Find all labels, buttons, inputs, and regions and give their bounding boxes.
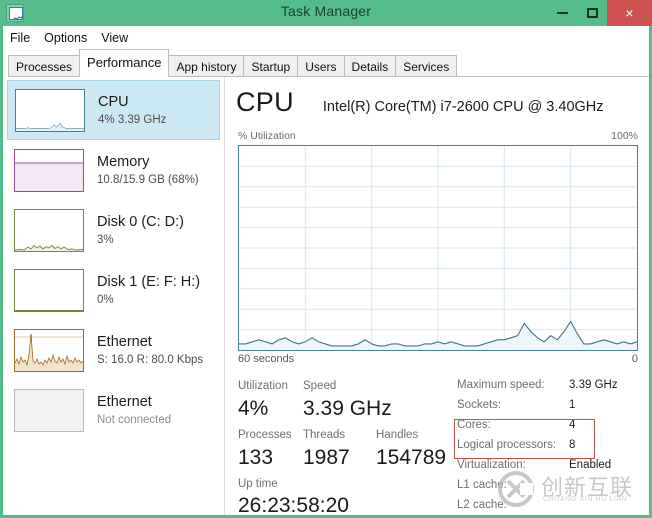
- watermark-logo-icon: [498, 471, 534, 507]
- tab-strip: Processes Performance App history Startu…: [3, 49, 649, 77]
- title-bar: Task Manager ×: [0, 0, 652, 26]
- graph-canvas: [239, 146, 637, 350]
- utilization-value: 4%: [238, 397, 269, 420]
- tab-startup[interactable]: Startup: [243, 55, 299, 77]
- ethernet-1-thumbnail-graph: [14, 328, 84, 372]
- y-axis-max-label: 100%: [611, 130, 638, 142]
- sidebar-item-disk-1[interactable]: Disk 1 (E: F: H:) 0%: [7, 260, 220, 320]
- resource-sidebar: CPU 4% 3.39 GHz Memory 10.8/15.9 GB (68%…: [3, 77, 225, 515]
- menu-item-file[interactable]: File: [10, 29, 39, 47]
- sidebar-item-memory[interactable]: Memory 10.8/15.9 GB (68%): [7, 140, 220, 200]
- tab-details[interactable]: Details: [343, 55, 397, 77]
- sidebar-item-sublabel: 4% 3.39 GHz: [98, 113, 167, 126]
- info-key: Cores:: [457, 419, 491, 431]
- panel-title: CPU: [236, 87, 294, 117]
- close-button[interactable]: ×: [607, 0, 652, 26]
- cpu-model-label: Intel(R) Core(TM) i7-2600 CPU @ 3.40GHz: [322, 99, 604, 115]
- info-value: 4: [569, 419, 576, 431]
- x-axis-right-label: 0: [631, 353, 638, 365]
- info-value: 3.39 GHz: [569, 379, 618, 391]
- sidebar-item-sublabel: 0%: [97, 293, 114, 306]
- stats-left-column: Utilization Speed 4% 3.39 GHz Processes …: [238, 379, 448, 518]
- handles-value: 154789: [376, 446, 447, 469]
- watermark-pinyin-text: CHUANG XIN HU LIAN: [543, 496, 628, 503]
- menu-item-options[interactable]: Options: [44, 29, 96, 47]
- x-axis-left-label: 60 seconds: [238, 353, 295, 365]
- sidebar-item-label: Memory: [97, 153, 150, 170]
- sidebar-item-sublabel: 3%: [97, 233, 114, 246]
- panel-header: CPU Intel(R) Core(TM) i7-2600 CPU @ 3.40…: [236, 87, 641, 127]
- minimize-button[interactable]: [547, 0, 577, 26]
- ethernet-2-thumbnail-graph: [14, 388, 84, 432]
- processes-label: Processes: [238, 429, 292, 441]
- sidebar-item-sublabel: 10.8/15.9 GB (68%): [97, 173, 199, 186]
- graph-axis-bottom: 60 seconds 0: [238, 353, 638, 367]
- sidebar-item-sublabel: Not connected: [97, 413, 172, 426]
- watermark: 创新互联 CHUANG XIN HU LIAN: [497, 468, 647, 514]
- info-row-maximum-speed: Maximum speed: 3.39 GHz: [457, 379, 643, 399]
- sidebar-item-disk-0[interactable]: Disk 0 (C: D:) 3%: [7, 200, 220, 260]
- sidebar-item-label: Ethernet: [97, 393, 152, 410]
- threads-label: Threads: [303, 429, 346, 441]
- sidebar-item-label: Disk 0 (C: D:): [97, 213, 184, 230]
- sidebar-item-ethernet-2[interactable]: Ethernet Not connected: [7, 380, 220, 440]
- maximize-button[interactable]: [577, 0, 607, 26]
- utilization-label: Utilization: [238, 380, 288, 392]
- tab-app-history[interactable]: App history: [168, 55, 245, 77]
- info-row-cores: Cores: 4: [457, 419, 643, 439]
- minimize-icon: [556, 12, 568, 14]
- performance-detail-panel: CPU Intel(R) Core(TM) i7-2600 CPU @ 3.40…: [226, 77, 649, 518]
- menu-bar: File Options View: [3, 26, 649, 49]
- sidebar-item-sublabel: S: 16.0 R: 80.0 Kbps: [97, 353, 204, 366]
- cpu-thumbnail-graph: [15, 88, 85, 132]
- task-manager-window: Task Manager × File Options View Process…: [0, 0, 652, 518]
- info-value: 1: [569, 399, 576, 411]
- handles-label: Handles: [376, 429, 419, 441]
- sidebar-item-label: Ethernet: [97, 333, 152, 350]
- menu-item-view[interactable]: View: [101, 29, 137, 47]
- disk-1-thumbnail-graph: [14, 268, 84, 312]
- uptime-label: Up time: [238, 478, 278, 490]
- cpu-utilization-graph[interactable]: [238, 145, 638, 351]
- tab-processes[interactable]: Processes: [8, 55, 81, 77]
- maximize-icon: [586, 8, 598, 18]
- speed-value: 3.39 GHz: [303, 397, 392, 420]
- speed-label: Speed: [303, 380, 337, 392]
- info-row-logical-processors: Logical processors: 8: [457, 439, 643, 459]
- tab-services[interactable]: Services: [395, 55, 458, 77]
- sidebar-item-cpu[interactable]: CPU 4% 3.39 GHz: [7, 80, 220, 140]
- threads-value: 1987: [303, 446, 350, 469]
- info-value: 8: [569, 439, 576, 451]
- tab-performance[interactable]: Performance: [79, 49, 170, 77]
- sidebar-item-label: CPU: [98, 93, 129, 110]
- tab-users[interactable]: Users: [297, 55, 345, 77]
- content-area: CPU 4% 3.39 GHz Memory 10.8/15.9 GB (68%…: [3, 77, 649, 518]
- y-axis-label: % Utilization: [238, 130, 296, 142]
- graph-axis-top: % Utilization 100%: [238, 130, 638, 144]
- info-key: Sockets:: [457, 399, 502, 411]
- close-icon: ×: [625, 5, 634, 21]
- info-key: Logical processors:: [457, 439, 557, 451]
- processes-value: 133: [238, 446, 274, 469]
- info-key: Maximum speed:: [457, 379, 545, 391]
- sidebar-item-label: Disk 1 (E: F: H:): [97, 273, 201, 290]
- disk-0-thumbnail-graph: [14, 208, 84, 252]
- info-row-sockets: Sockets: 1: [457, 399, 643, 419]
- memory-thumbnail-graph: [14, 148, 84, 192]
- sidebar-item-ethernet-1[interactable]: Ethernet S: 16.0 R: 80.0 Kbps: [7, 320, 220, 380]
